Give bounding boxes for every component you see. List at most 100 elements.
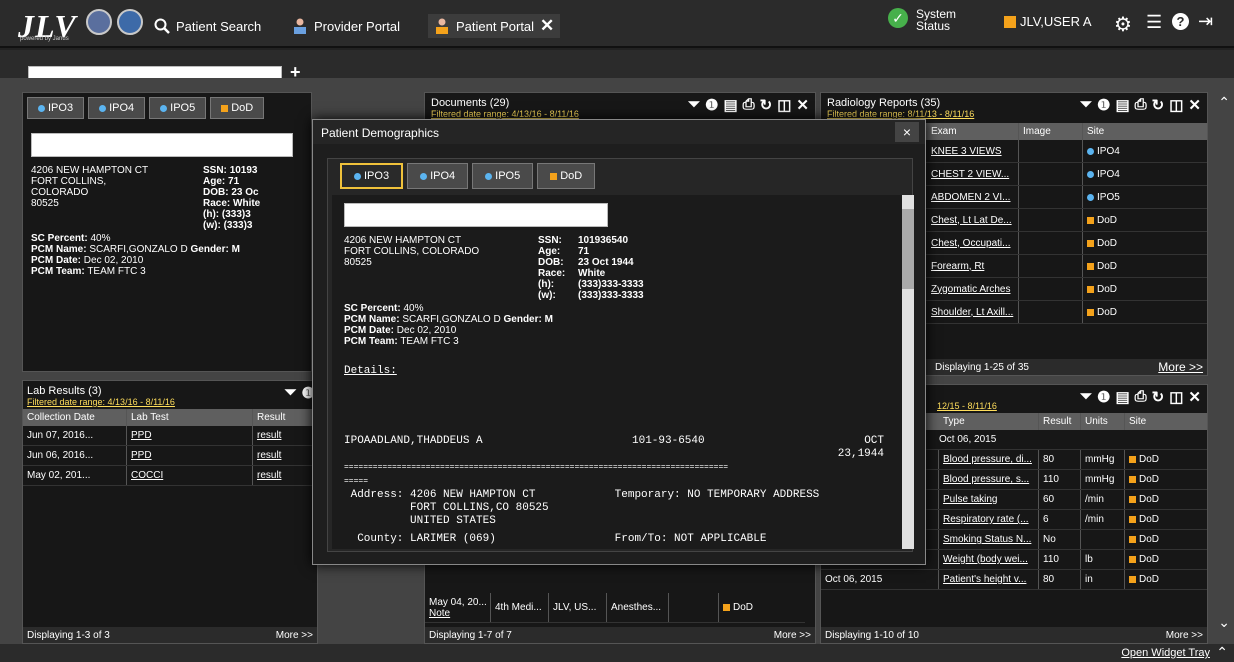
- site-tab-ipo5[interactable]: IPO5: [472, 163, 534, 189]
- bottom-bar: Open Widget Tray ⌃: [0, 644, 1234, 662]
- report-address-line: FORT COLLINS,CO 80525: [344, 502, 549, 514]
- columns-icon[interactable]: ◫: [1169, 96, 1183, 114]
- column-header[interactable]: Units: [1081, 413, 1125, 430]
- column-header[interactable]: Result: [253, 409, 317, 426]
- column-header[interactable]: Site: [1125, 413, 1175, 430]
- site-label: IPO5: [1097, 191, 1120, 203]
- site-tab-ipo3[interactable]: IPO3: [340, 163, 404, 189]
- chevron-up-icon[interactable]: ⌃: [1216, 644, 1228, 661]
- clipboard-icon[interactable]: ▤: [1115, 96, 1129, 114]
- site-label: DoD: [1139, 454, 1160, 465]
- open-widget-tray-link[interactable]: Open Widget Tray: [1121, 647, 1210, 659]
- column-header[interactable]: Lab Test: [127, 409, 253, 426]
- lab-test-link[interactable]: COCCI: [127, 466, 253, 485]
- exam-link[interactable]: Chest, Occupati...: [927, 232, 1019, 254]
- info-icon[interactable]: ❶: [705, 96, 718, 114]
- user-menu[interactable]: JLV,USER A: [1004, 14, 1092, 29]
- filter-icon[interactable]: ⏷: [688, 96, 700, 114]
- lab-test-link[interactable]: PPD: [127, 426, 253, 445]
- columns-icon[interactable]: ◫: [1169, 388, 1183, 406]
- print-icon[interactable]: ⎙: [1135, 388, 1147, 406]
- column-header[interactable]: Exam: [927, 123, 1019, 140]
- dod-square-icon: [1087, 285, 1094, 293]
- exam-link[interactable]: ABDOMEN 2 VI...: [927, 186, 1019, 208]
- table-row[interactable]: Jun 06, 2016... PPD result: [23, 446, 317, 466]
- print-icon[interactable]: ⎙: [1135, 96, 1147, 114]
- site-tab-dod[interactable]: DoD: [537, 163, 596, 189]
- more-link[interactable]: More >>: [276, 630, 313, 641]
- filter-icon[interactable]: ⏷: [1080, 388, 1092, 406]
- column-header[interactable]: Result: [1039, 413, 1081, 430]
- dialog-scroll-thumb[interactable]: [902, 209, 914, 289]
- nav-patient-portal[interactable]: Patient Portal ✕: [428, 14, 561, 38]
- logout-icon[interactable]: ⇥: [1198, 11, 1213, 32]
- settings-gear-icon[interactable]: ⚙: [1114, 12, 1132, 37]
- exam-link[interactable]: CHEST 2 VIEW...: [927, 163, 1019, 185]
- nav-patient-search[interactable]: Patient Search: [154, 14, 261, 38]
- result-link[interactable]: result: [253, 446, 317, 465]
- filter-icon[interactable]: ⏷: [1080, 96, 1092, 114]
- dialog-close-button[interactable]: ×: [895, 122, 919, 142]
- close-icon[interactable]: ✕: [1188, 96, 1201, 114]
- more-link[interactable]: More >>: [774, 630, 811, 641]
- table-row[interactable]: Oct 06, 2015 Patient's height v... 80 in DoD: [821, 570, 1207, 590]
- close-icon[interactable]: ✕: [540, 16, 554, 36]
- filter-date-range-link[interactable]: Filtered date range: 4/13/16 - 8/11/16: [27, 397, 313, 407]
- scroll-down-icon[interactable]: ⌄: [1218, 614, 1230, 631]
- exam-link[interactable]: Zygomatic Arches: [927, 278, 1019, 300]
- site-label: DoD: [1097, 260, 1118, 272]
- site-tab-dod[interactable]: DoD: [210, 97, 265, 119]
- site-tab-ipo4[interactable]: IPO4: [407, 163, 469, 189]
- note-link[interactable]: Note: [429, 608, 450, 619]
- table-row[interactable]: May 04, 20... Note 4th Medi... JLV, US..…: [425, 593, 805, 623]
- nav-provider-portal[interactable]: Provider Portal: [292, 14, 400, 38]
- exam-link[interactable]: Chest, Lt Lat De...: [927, 209, 1019, 231]
- column-header[interactable]: Site: [1083, 123, 1183, 140]
- columns-icon[interactable]: ◫: [777, 96, 791, 114]
- type-link[interactable]: Blood pressure, s...: [939, 470, 1039, 489]
- clipboard-icon[interactable]: ▤: [1115, 388, 1129, 406]
- more-link[interactable]: More >>: [1158, 360, 1203, 374]
- site-tab-ipo5[interactable]: IPO5: [149, 97, 207, 119]
- site-tab-ipo3[interactable]: IPO3: [27, 97, 85, 119]
- filter-icon[interactable]: ⏷: [285, 384, 297, 402]
- document-site: DoD: [719, 593, 795, 622]
- table-row[interactable]: Jun 07, 2016... PPD result: [23, 426, 317, 446]
- exam-link[interactable]: KNEE 3 VIEWS: [927, 140, 1019, 162]
- clipboard-icon[interactable]: ▤: [723, 96, 737, 114]
- type-link[interactable]: Pulse taking: [939, 490, 1039, 509]
- scroll-up-icon[interactable]: ⌃: [1218, 94, 1230, 111]
- result-link[interactable]: result: [253, 466, 317, 485]
- more-link[interactable]: More >>: [1166, 630, 1203, 641]
- close-icon[interactable]: ✕: [1188, 388, 1201, 406]
- type-link[interactable]: Smoking Status N...: [939, 530, 1039, 549]
- refresh-icon[interactable]: ↻: [1152, 388, 1165, 406]
- close-icon[interactable]: ✕: [796, 96, 809, 114]
- date-cell: Oct 06, 2015: [821, 570, 939, 589]
- table-row[interactable]: May 02, 201... COCCI result: [23, 466, 317, 486]
- type-link[interactable]: Patient's height v...: [939, 570, 1039, 589]
- refresh-icon[interactable]: ↻: [760, 96, 773, 114]
- site-dot-icon: [99, 104, 107, 112]
- units-cell: /min: [1081, 510, 1125, 529]
- refresh-icon[interactable]: ↻: [1152, 96, 1165, 114]
- exam-link[interactable]: Forearm, Rt: [927, 255, 1019, 277]
- notes-icon[interactable]: ☰: [1146, 12, 1162, 33]
- result-link[interactable]: result: [253, 426, 317, 445]
- system-status-link[interactable]: System Status: [916, 8, 956, 32]
- type-link[interactable]: Respiratory rate (...: [939, 510, 1039, 529]
- info-icon[interactable]: ❶: [1097, 388, 1110, 406]
- site-cell: DoD: [1125, 490, 1181, 509]
- help-icon[interactable]: ?: [1172, 13, 1189, 30]
- column-header[interactable]: Collection Date: [23, 409, 127, 426]
- type-link[interactable]: Weight (body wei...: [939, 550, 1039, 569]
- lab-test-link[interactable]: PPD: [127, 446, 253, 465]
- site-tab-ipo4[interactable]: IPO4: [88, 97, 146, 119]
- exam-link[interactable]: Shoulder, Lt Axill...: [927, 301, 1019, 323]
- info-icon[interactable]: ❶: [1097, 96, 1110, 114]
- print-icon[interactable]: ⎙: [743, 96, 755, 114]
- site-cell: DoD: [1083, 301, 1183, 323]
- column-header[interactable]: Image: [1019, 123, 1083, 140]
- column-header[interactable]: Type: [939, 413, 1039, 430]
- type-link[interactable]: Blood pressure, di...: [939, 450, 1039, 469]
